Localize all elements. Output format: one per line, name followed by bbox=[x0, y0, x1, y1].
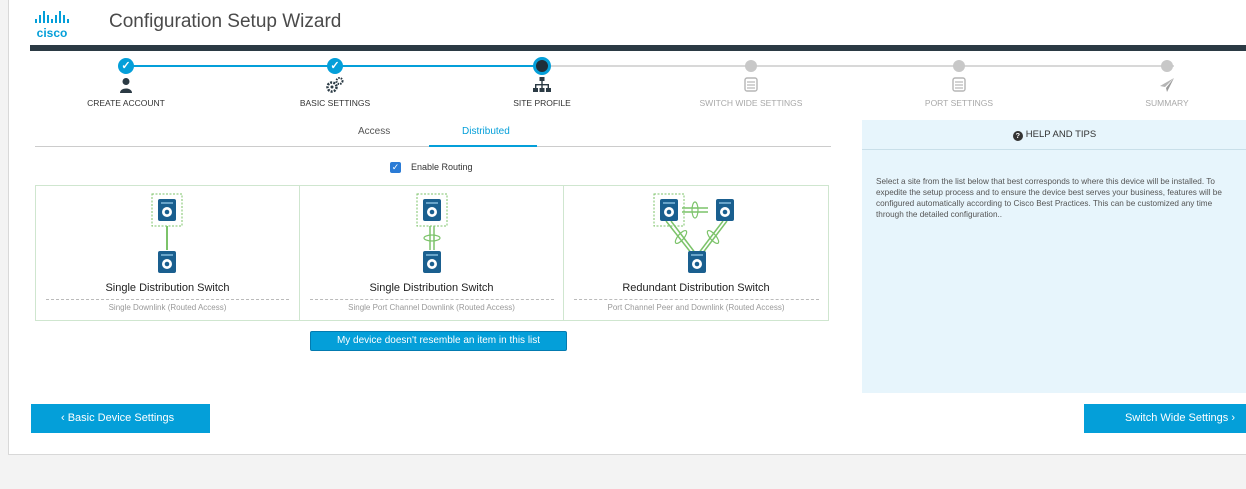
card-divider bbox=[310, 299, 554, 300]
card-single-port-channel[interactable]: Single Distribution Switch Single Port C… bbox=[299, 186, 563, 320]
help-header: ? HELP AND TIPS bbox=[862, 120, 1246, 150]
card-divider bbox=[574, 299, 819, 300]
tab-distributed[interactable]: Distributed bbox=[462, 126, 510, 137]
back-basic-device-settings-button[interactable]: ‹ Basic Device Settings bbox=[31, 404, 210, 433]
step-label: BASIC SETTINGS bbox=[299, 98, 371, 108]
card-subtitle: Single Port Channel Downlink (Routed Acc… bbox=[348, 303, 515, 312]
step-todo-dot bbox=[953, 60, 965, 72]
step-label: CREATE ACCOUNT bbox=[87, 98, 165, 108]
card-redundant-distribution[interactable]: Redundant Distribution Switch Port Chann… bbox=[563, 186, 828, 320]
step-done-dot bbox=[327, 58, 343, 74]
wizard-progress: CREATE ACCOUNT BASIC SETTINGS SITE PROFI… bbox=[9, 51, 1246, 115]
profile-tabs: Access Distributed bbox=[35, 120, 831, 147]
active-tab-indicator bbox=[429, 145, 537, 147]
card-title: Single Distribution Switch bbox=[105, 282, 230, 294]
progress-line-todo bbox=[542, 65, 1174, 67]
step-label: PORT SETTINGS bbox=[924, 98, 994, 108]
tab-access[interactable]: Access bbox=[358, 126, 390, 137]
help-text: Select a site from the list below that b… bbox=[876, 177, 1222, 219]
paper-plane-icon bbox=[1160, 78, 1174, 92]
help-panel: ? HELP AND TIPS Select a site from the li… bbox=[862, 120, 1246, 393]
step-done-dot bbox=[118, 58, 134, 74]
card-subtitle: Port Channel Peer and Downlink (Routed A… bbox=[607, 303, 785, 312]
next-switch-wide-settings-button[interactable]: Switch Wide Settings › bbox=[1084, 404, 1246, 433]
logo-wordmark: cisco bbox=[37, 26, 68, 40]
gears-icon bbox=[326, 77, 344, 93]
header: cisco Configuration Setup Wizard bbox=[9, 0, 1246, 46]
help-title-text: HELP AND TIPS bbox=[1025, 129, 1097, 140]
topology-redundant-diagram bbox=[653, 193, 734, 273]
no-matching-device-button[interactable]: My device doesn't resemble an item in th… bbox=[310, 331, 567, 351]
step-label: SWITCH WIDE SETTINGS bbox=[699, 98, 803, 108]
step-todo-dot bbox=[1161, 60, 1173, 72]
cisco-logo: cisco bbox=[35, 11, 69, 40]
user-icon bbox=[120, 78, 132, 93]
card-single-downlink[interactable]: Single Distribution Switch Single Downli… bbox=[36, 186, 299, 320]
page-title: Configuration Setup Wizard bbox=[109, 11, 342, 32]
site-profile-panel: Access Distributed ✓ Enable Routing Sing… bbox=[35, 120, 863, 395]
enable-routing-label: Enable Routing bbox=[411, 162, 473, 172]
sitemap-icon bbox=[533, 77, 551, 92]
switch-icon bbox=[744, 77, 758, 92]
card-title: Single Distribution Switch bbox=[369, 282, 494, 294]
topology-port-channel-diagram bbox=[416, 193, 448, 273]
checkbox-checked-icon: ✓ bbox=[390, 162, 401, 173]
card-divider bbox=[46, 299, 289, 300]
question-circle-icon: ? bbox=[1012, 131, 1023, 141]
step-label: SUMMARY bbox=[1145, 98, 1189, 108]
topology-single-downlink-diagram bbox=[151, 193, 183, 273]
step-label: SITE PROFILE bbox=[513, 98, 571, 108]
switch-icon bbox=[952, 77, 966, 92]
card-title: Redundant Distribution Switch bbox=[622, 282, 770, 294]
step-todo-dot bbox=[745, 60, 757, 72]
card-subtitle: Single Downlink (Routed Access) bbox=[108, 303, 227, 312]
site-profile-cards: Single Distribution Switch Single Downli… bbox=[35, 185, 829, 321]
step-current-dot bbox=[533, 57, 551, 75]
wizard-window: cisco Configuration Setup Wizard CREATE … bbox=[8, 0, 1246, 455]
help-title: ? HELP AND TIPS bbox=[862, 129, 1246, 141]
